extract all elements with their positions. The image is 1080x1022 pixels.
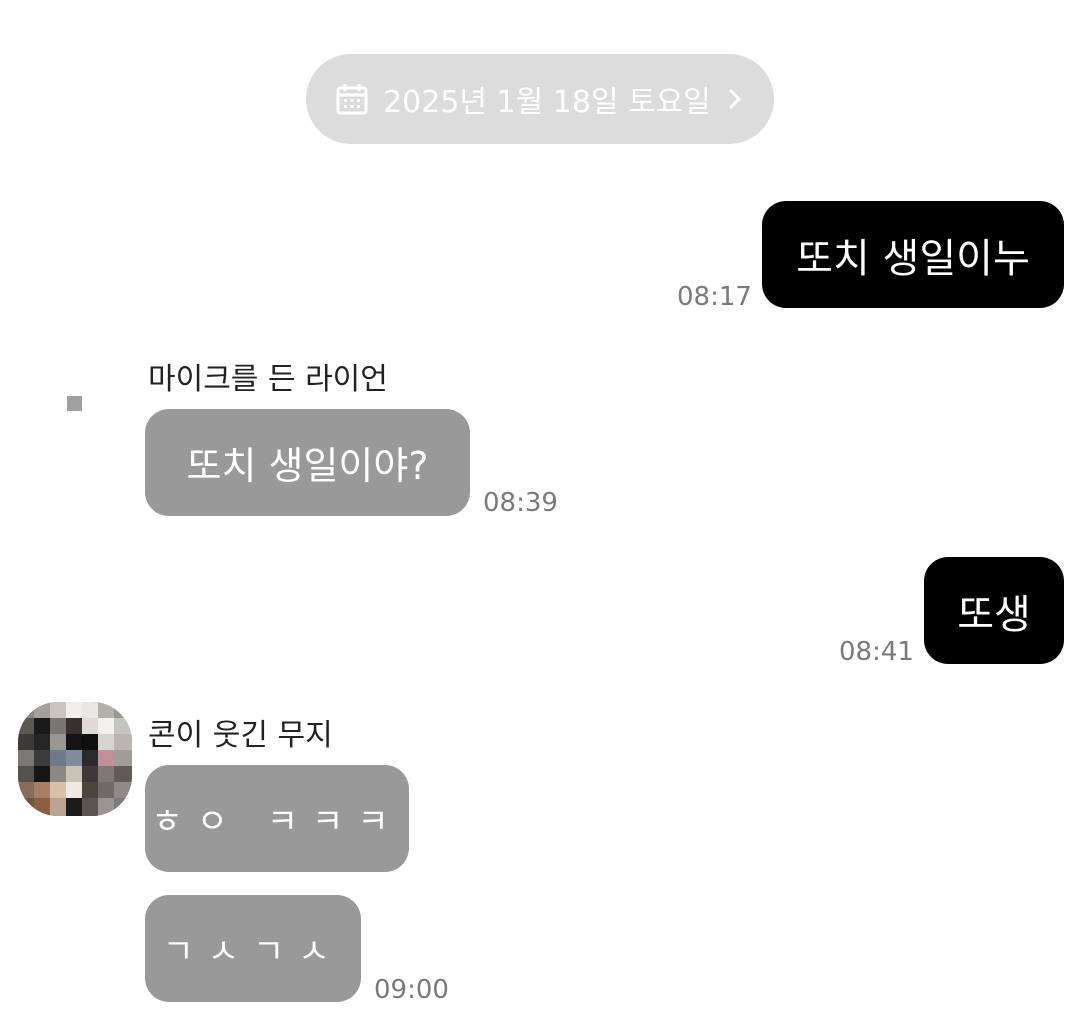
message-text: ㅎㅇ ㅋㅋㅋ	[151, 802, 403, 842]
date-divider[interactable]: 2025년 1월 18일 토요일	[306, 54, 774, 144]
date-label: 2025년 1월 18일 토요일	[383, 85, 711, 120]
message-time: 08:41	[839, 637, 914, 667]
calendar-icon	[335, 82, 369, 116]
message-time: 09:00	[374, 975, 449, 1005]
message-text: 또생	[957, 591, 1031, 638]
message-text: 또치 생일이누	[796, 235, 1030, 282]
message-time: 08:17	[677, 282, 752, 312]
avatar[interactable]	[67, 396, 82, 411]
message-text: 또치 생일이야?	[186, 444, 429, 488]
my-message-bubble[interactable]: 또생	[924, 557, 1064, 664]
sender-name: 마이크를 든 라이언	[148, 362, 388, 397]
my-message-bubble[interactable]: 또치 생일이누	[762, 201, 1064, 308]
sender-name: 콘이 웃긴 무지	[148, 718, 333, 753]
message-time: 08:39	[483, 488, 558, 518]
chevron-right-icon	[725, 84, 745, 114]
other-message-bubble[interactable]: ㅎㅇ ㅋㅋㅋ	[145, 765, 409, 872]
other-message-bubble[interactable]: ㄱㅅㄱㅅ	[145, 895, 361, 1002]
chat-area: 2025년 1월 18일 토요일 08:17 또치 생일이누 마이크를 든 라이…	[0, 0, 1080, 1022]
other-message-bubble[interactable]: 또치 생일이야?	[145, 409, 470, 516]
message-text: ㄱㅅㄱㅅ	[162, 932, 344, 972]
avatar[interactable]	[18, 702, 132, 816]
